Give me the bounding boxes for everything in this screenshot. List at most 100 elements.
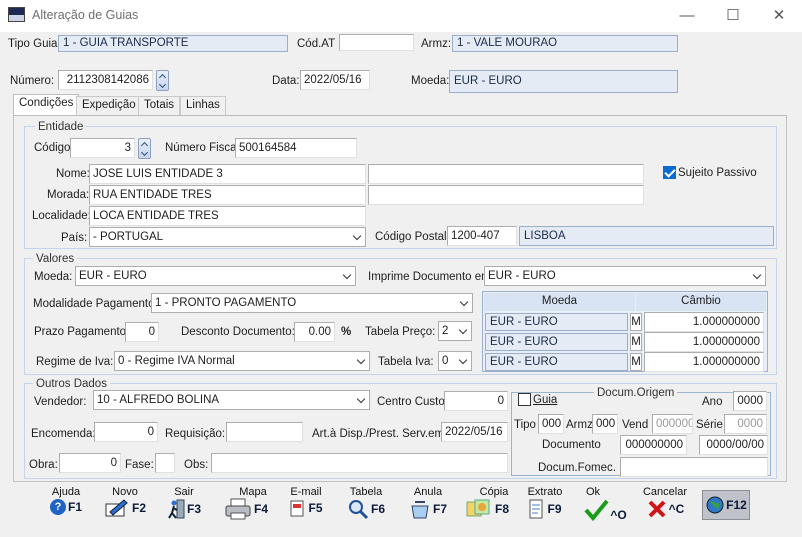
regime-iva-label: Regime de Iva: bbox=[36, 356, 114, 368]
sujeito-passivo-checkbox[interactable] bbox=[663, 166, 676, 179]
fase-field[interactable] bbox=[155, 453, 175, 473]
docum-fornec-field[interactable] bbox=[620, 457, 768, 477]
guia-checkbox[interactable] bbox=[518, 393, 531, 406]
tab-condicoes[interactable]: Condições bbox=[13, 94, 80, 116]
currency-row-moeda: EUR - EURO bbox=[485, 333, 628, 351]
requisicao-field[interactable] bbox=[226, 422, 303, 442]
fkey-key: ^O bbox=[610, 508, 627, 522]
morada-field[interactable]: RUA ENTIDADE TRES bbox=[89, 185, 366, 205]
currency-row-cambio[interactable]: 1.000000000 bbox=[644, 352, 764, 372]
nif-label: Número Fiscal: bbox=[165, 142, 243, 154]
codigo-postal-field[interactable]: 1200-407 bbox=[447, 226, 517, 246]
regime-iva-select[interactable]: 0 - Regime IVA Normal bbox=[114, 351, 370, 371]
tab-totais[interactable]: Totais bbox=[138, 96, 181, 115]
morada2-field[interactable] bbox=[368, 185, 644, 205]
check-icon bbox=[584, 499, 609, 522]
tabela-preco-label: Tabela Preço: bbox=[365, 326, 436, 338]
currency-row-cambio[interactable]: 1.000000000 bbox=[644, 312, 764, 332]
centro-custo-field[interactable]: 0 bbox=[444, 391, 508, 411]
fkey-key: F7 bbox=[432, 502, 447, 516]
valores-group-title: Valores bbox=[33, 253, 78, 265]
tabela-preco-select[interactable]: 2 bbox=[438, 321, 472, 341]
tabela-f6-button[interactable]: Tabela F6 bbox=[342, 486, 390, 532]
tabela-iva-select[interactable]: 0 bbox=[438, 351, 472, 371]
ajuda-f1-button[interactable]: Ajuda ? F1 bbox=[44, 486, 88, 532]
obs-field[interactable] bbox=[211, 453, 508, 473]
art-disp-field[interactable]: 2022/05/16 bbox=[441, 422, 508, 442]
cod-at-field[interactable] bbox=[339, 34, 414, 51]
extract-icon bbox=[529, 499, 543, 519]
documento-field[interactable]: 000000000 bbox=[620, 435, 687, 455]
email-f5-button[interactable]: E-mail F5 bbox=[282, 486, 330, 532]
codigo-postal-label: Código Postal: bbox=[375, 231, 450, 243]
sair-f3-button[interactable]: Sair F3 bbox=[162, 486, 206, 532]
copia-f8-button[interactable]: Cópia F8 bbox=[462, 486, 512, 532]
nif-field[interactable]: 500164584 bbox=[235, 138, 357, 158]
codigo-postal-localidade: LISBOA bbox=[519, 226, 774, 246]
fkey-key: F8 bbox=[494, 502, 509, 516]
tipo-guia-label: Tipo Guia: bbox=[8, 38, 61, 50]
vend-field[interactable]: 000000 bbox=[652, 414, 693, 434]
armz-origem-field[interactable]: 000 bbox=[592, 414, 618, 434]
new-icon bbox=[105, 499, 128, 517]
vendedor-label: Vendedor: bbox=[34, 396, 87, 408]
web-f12-button[interactable]: F12 bbox=[702, 490, 750, 520]
fkey-caption: Cancelar bbox=[642, 486, 688, 498]
tipo-field[interactable]: 000 bbox=[538, 414, 564, 434]
moeda-header-label: Moeda: bbox=[411, 75, 450, 87]
docum-fornec-label: Docum.Fomec. bbox=[538, 462, 616, 474]
data-field[interactable]: 2022/05/16 bbox=[300, 70, 370, 90]
window-title: Alteração de Guias bbox=[32, 8, 139, 22]
nome-field[interactable]: JOSE LUIS ENTIDADE 3 bbox=[89, 164, 366, 184]
entidade-group-title: Entidade bbox=[35, 121, 87, 133]
novo-f2-button[interactable]: Novo F2 bbox=[100, 486, 150, 532]
docum-origem-title: Docum.Origem bbox=[594, 387, 678, 399]
cancel-doc-icon bbox=[411, 501, 429, 519]
localidade-label: Localidade: bbox=[32, 210, 91, 222]
codigo-field[interactable]: 3 bbox=[70, 138, 135, 158]
imprime-select[interactable]: EUR - EURO bbox=[484, 266, 766, 286]
encomenda-field[interactable]: 0 bbox=[94, 422, 158, 442]
tab-linhas[interactable]: Linhas bbox=[180, 96, 226, 115]
extrato-f9-button[interactable]: Extrato F9 bbox=[522, 486, 568, 532]
obra-field[interactable]: 0 bbox=[59, 453, 121, 473]
desconto-field[interactable]: 0.00 bbox=[294, 322, 335, 342]
exit-icon bbox=[168, 499, 185, 519]
anula-f7-button[interactable]: Anula F7 bbox=[404, 486, 452, 532]
nome2-field[interactable] bbox=[368, 164, 644, 184]
currency-row-m: M bbox=[630, 313, 642, 331]
cod-at-label: Cód.AT bbox=[297, 38, 336, 50]
minimize-button[interactable]: — bbox=[664, 0, 710, 32]
codigo-spin-buttons[interactable] bbox=[138, 138, 151, 159]
fkey-key: ^C bbox=[668, 502, 685, 516]
documento-data-field[interactable]: 0000/00/00 bbox=[699, 435, 768, 455]
fkey-caption: Mapa bbox=[239, 486, 267, 498]
sujeito-passivo-label: Sujeito Passivo bbox=[678, 167, 757, 179]
maximize-button[interactable]: ☐ bbox=[710, 0, 756, 32]
fkey-caption: Ajuda bbox=[51, 486, 81, 498]
close-button[interactable]: ✕ bbox=[756, 0, 802, 32]
ano-field[interactable]: 0000 bbox=[733, 391, 767, 411]
modalidade-select[interactable]: 1 - PRONTO PAGAMENTO bbox=[151, 293, 473, 313]
numero-field[interactable]: 2112308142086 bbox=[58, 70, 153, 90]
moeda-select[interactable]: EUR - EURO bbox=[75, 266, 356, 286]
vendedor-select[interactable]: 10 - ALFREDO BOLINA bbox=[93, 390, 370, 410]
fkey-key: F12 bbox=[726, 498, 747, 512]
fase-label: Fase: bbox=[125, 459, 154, 471]
currency-row-cambio[interactable]: 1.000000000 bbox=[644, 332, 764, 352]
serie-field[interactable]: 0000 bbox=[724, 414, 767, 434]
ok-button[interactable]: Ok ^O bbox=[580, 486, 630, 532]
tab-expedicao[interactable]: Expedição bbox=[76, 96, 142, 115]
currency-row-moeda: EUR - EURO bbox=[485, 353, 628, 371]
localidade-field[interactable]: LOCA ENTIDADE TRES bbox=[89, 206, 366, 226]
cancelar-button[interactable]: Cancelar ^C bbox=[640, 486, 690, 532]
fkey-caption: E-mail bbox=[290, 486, 322, 498]
armz-label: Armz: bbox=[421, 38, 452, 50]
pais-select[interactable]: - PORTUGAL bbox=[89, 227, 366, 247]
mapa-f4-button[interactable]: Mapa F4 bbox=[220, 486, 272, 532]
numero-spin-buttons[interactable] bbox=[156, 70, 169, 91]
prazo-field[interactable]: 0 bbox=[125, 322, 159, 342]
serie-label: Série bbox=[696, 419, 723, 431]
codigo-label: Código: bbox=[34, 142, 74, 154]
tipo-guia-field: 1 - GUIA TRANSPORTE bbox=[58, 35, 288, 52]
